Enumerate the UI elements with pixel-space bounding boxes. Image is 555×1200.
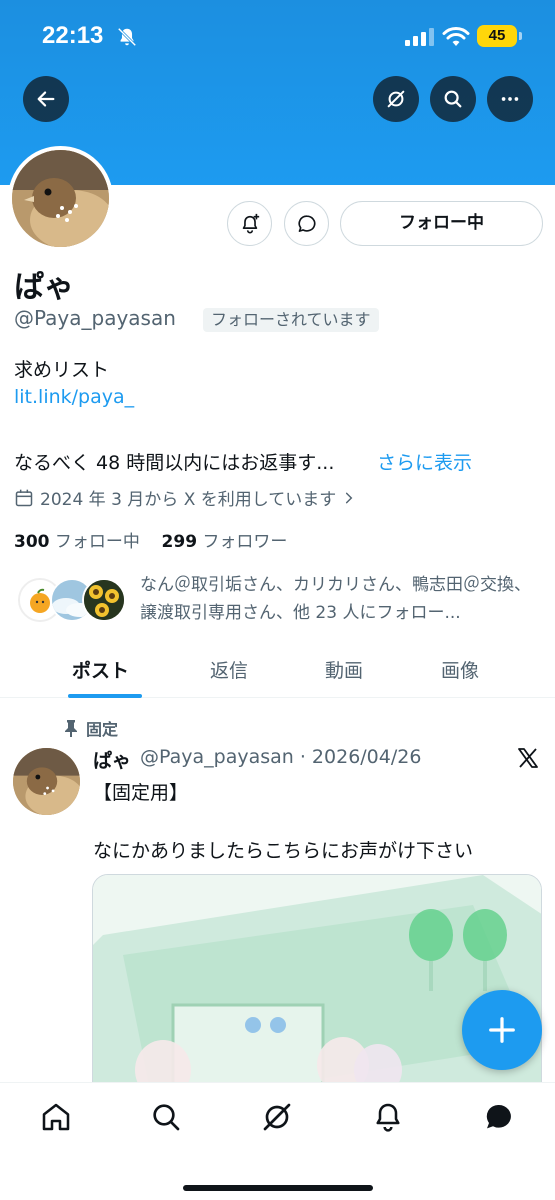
bird-avatar-small [13,748,80,815]
tab-images[interactable]: 画像 [441,656,479,683]
pinned-label: 固定 [86,720,119,739]
bio-link[interactable]: lit.link/paya_ [14,386,134,408]
compose-button[interactable] [462,990,542,1070]
bell-muted-icon [117,27,137,47]
search-nav-icon[interactable] [150,1101,182,1133]
post-text-line-2: なにかありましたらこちらにお声がけ下さい [93,840,474,862]
grok-button[interactable] [373,76,419,122]
calendar-icon [15,489,33,506]
profile-avatar[interactable] [8,146,113,251]
followers-count: 299 [161,532,198,552]
more-options-button[interactable] [487,76,533,122]
search-icon [444,90,462,108]
home-icon[interactable] [40,1101,72,1133]
compose-icon [489,1017,515,1043]
status-bar: 22:13 45 [0,0,555,70]
profile-tabs: ポスト 返信 動画 画像 [0,640,555,698]
pin-icon [65,720,77,737]
back-icon [37,91,55,107]
bottom-navigation [0,1082,555,1200]
message-button[interactable] [284,201,329,246]
sunflower-avatar-image [84,580,124,620]
grok-icon [387,90,405,108]
joined-text: 2024 年 3 月から X を利用しています [40,490,337,510]
tab-posts[interactable]: ポスト [72,656,129,683]
followed-by-text[interactable]: なん＠取引垢さん、カリカリさん、鴨志田＠交換、譲渡取引専用さん、他 23 人にフ… [140,571,545,627]
post-author-name[interactable]: ぱゃ [93,746,131,773]
post-author-avatar[interactable] [13,748,80,815]
messages-icon[interactable] [483,1101,515,1133]
joined-date[interactable]: 2024 年 3 月から X を利用しています [14,485,356,510]
follows-you-badge: フォローされています [203,308,379,332]
wifi-icon [442,27,470,46]
user-handle: @Paya_payasan [14,306,176,330]
following-button[interactable]: フォロー中 [340,201,543,246]
following-stat[interactable]: 300 フォロー中 [14,532,140,552]
following-count: 300 [14,532,50,552]
followers-stat[interactable]: 299 フォロワー [162,532,288,552]
bell-plus-icon [242,213,259,234]
bird-avatar-image [12,150,109,247]
more-icon [501,97,519,101]
grok-nav-icon[interactable] [261,1101,293,1133]
message-icon [297,214,315,232]
cellular-signal-icon [405,28,434,46]
back-button[interactable] [23,76,69,122]
follower-avatar-sunflower[interactable] [82,578,126,622]
display-name: ぱゃ [14,270,74,305]
following-label: フォロー中 [54,532,140,552]
followers-label: フォロワー [202,532,288,552]
x-logo-icon[interactable] [516,746,540,770]
follow-stats: 300 フォロー中 299 フォロワー [14,527,287,552]
post-image-illustration [93,875,541,1103]
search-button[interactable] [430,76,476,122]
home-indicator [183,1185,373,1191]
pinned-indicator: 固定 [64,716,118,740]
notify-button[interactable] [227,201,272,246]
active-tab-indicator [68,694,142,698]
bio-line-2: なるべく 48 時間以内にはお返事す... [14,452,335,474]
show-more-link[interactable]: さらに表示 [377,448,472,475]
tab-videos[interactable]: 動画 [325,656,363,683]
tab-replies[interactable]: 返信 [210,656,248,683]
post-meta: @Paya_payasan · 2026/04/26 [140,746,422,768]
status-time: 22:13 [42,22,104,49]
chevron-right-icon [346,492,353,503]
notifications-icon[interactable] [372,1101,404,1133]
battery-tip [519,32,522,40]
battery-indicator: 45 [477,25,517,47]
post-text-line-1: 【固定用】 [93,782,189,804]
bio-line-1: 求めリスト [14,359,110,381]
post-media-image[interactable] [92,874,542,1104]
